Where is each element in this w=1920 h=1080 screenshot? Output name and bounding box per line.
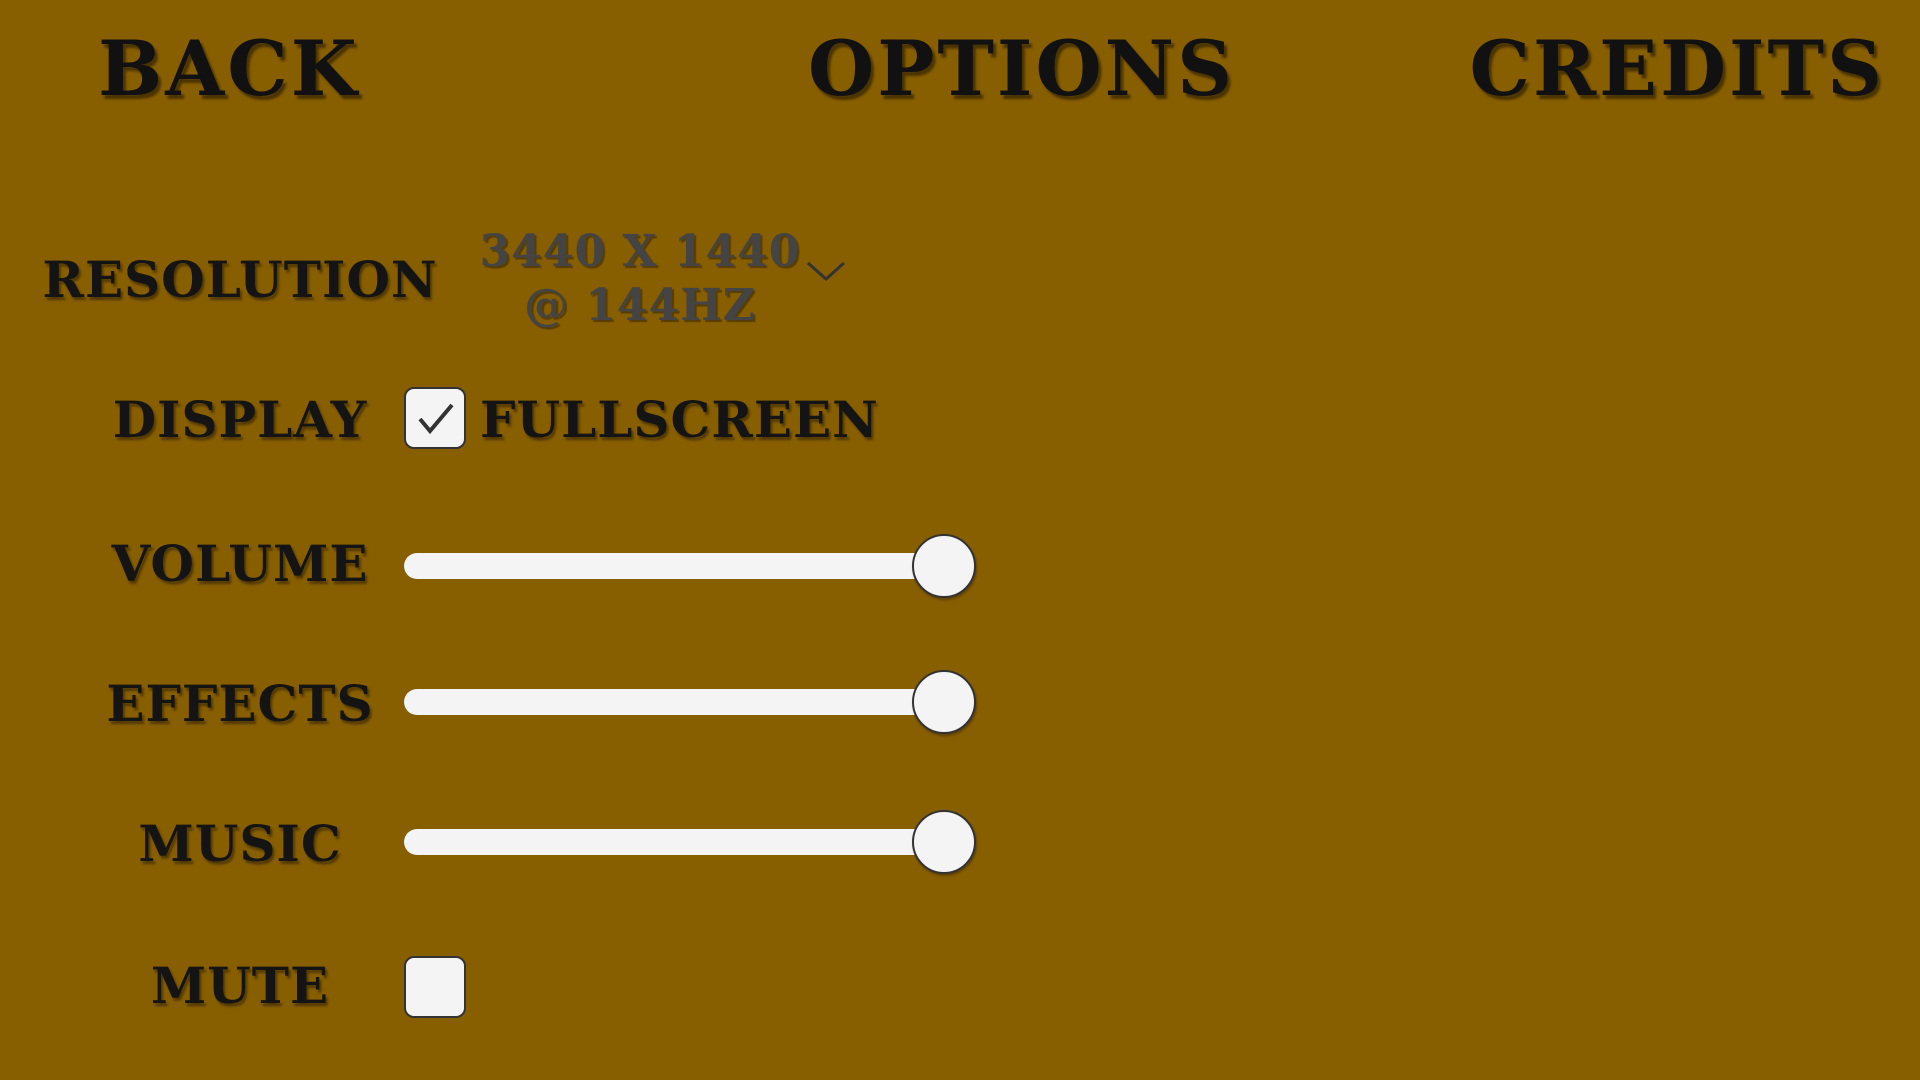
resolution-value: 3440 X 1440 @ 144HZ: [479, 226, 801, 331]
effects-slider[interactable]: [404, 670, 976, 734]
credits-button[interactable]: CREDITS: [1470, 24, 1885, 114]
resolution-label: RESOLUTION: [42, 250, 438, 309]
slider-fill: [404, 829, 944, 855]
slider-fill: [404, 689, 944, 715]
fullscreen-label: FULLSCREEN: [480, 390, 879, 449]
fullscreen-checkbox[interactable]: [404, 387, 466, 449]
back-button[interactable]: BACK: [98, 24, 360, 114]
resolution-dropdown[interactable]: 3440 X 1440 @ 144HZ: [460, 225, 860, 335]
slider-fill: [404, 553, 944, 579]
mute-checkbox[interactable]: [404, 956, 466, 1018]
slider-handle[interactable]: [912, 670, 976, 734]
options-title: OPTIONS: [808, 24, 1236, 113]
slider-handle[interactable]: [912, 534, 976, 598]
chevron-down-icon: [807, 261, 845, 282]
music-slider[interactable]: [404, 810, 976, 874]
slider-handle[interactable]: [912, 810, 976, 874]
checkmark-icon: [418, 403, 454, 435]
volume-slider[interactable]: [404, 534, 976, 598]
